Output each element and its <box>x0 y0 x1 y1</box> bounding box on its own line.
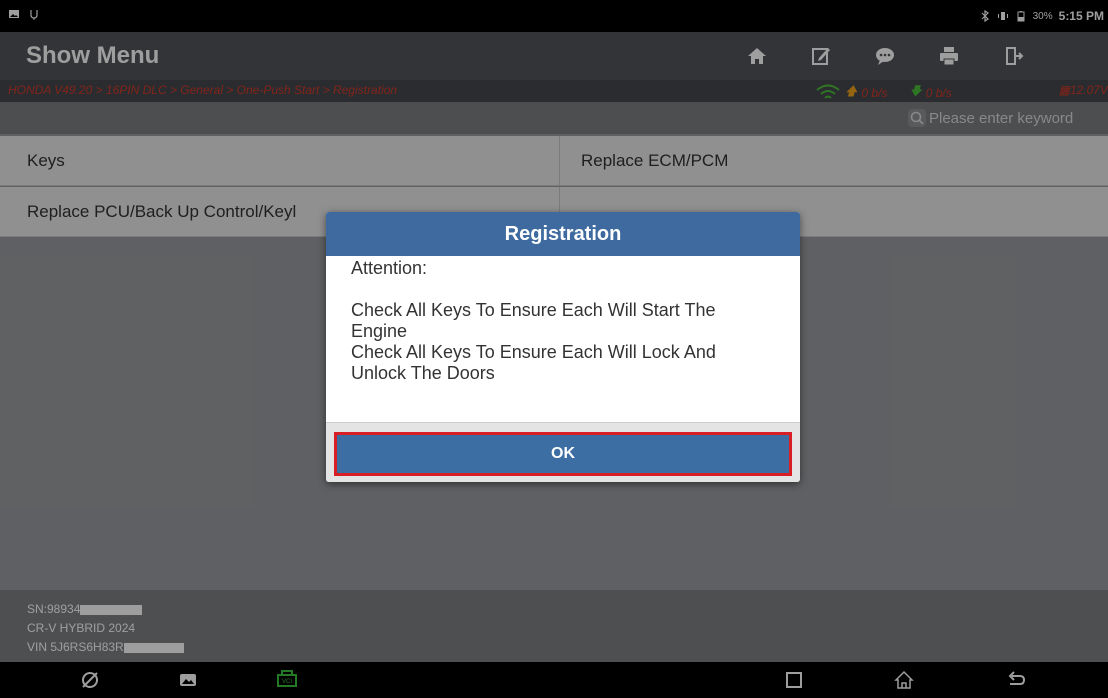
registration-dialog: Registration Attention: Check All Keys T… <box>326 212 800 482</box>
instruction-line-1: Check All Keys To Ensure Each Will Start… <box>351 300 716 341</box>
dialog-footer: OK <box>326 422 800 482</box>
dialog-title: Registration <box>326 212 800 256</box>
attention-label: Attention: <box>351 258 428 278</box>
dialog-body: Attention: Check All Keys To Ensure Each… <box>326 256 800 422</box>
ok-button[interactable]: OK <box>334 432 792 476</box>
instruction-line-2: Check All Keys To Ensure Each Will Lock … <box>351 342 716 383</box>
